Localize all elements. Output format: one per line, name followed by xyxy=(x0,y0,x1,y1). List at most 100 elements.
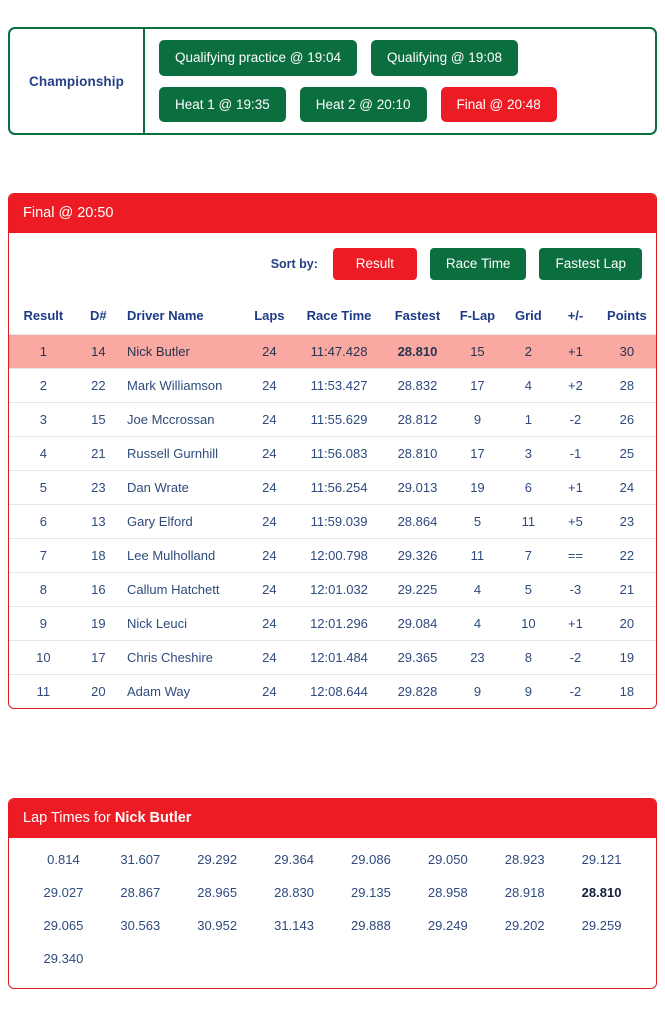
session-button-qualifying[interactable]: Qualifying @ 19:08 xyxy=(371,40,519,76)
session-button-qualifying-practice[interactable]: Qualifying practice @ 19:04 xyxy=(159,40,358,76)
cell-fastest: 28.812 xyxy=(383,401,452,437)
cell-dn: 22 xyxy=(77,367,120,403)
table-row[interactable]: 4 21 Russell Gurnhill 24 11:56.083 28.810 17 3-… xyxy=(9,435,656,471)
cell-name: Nick Leuci xyxy=(119,605,245,641)
cell-delta: +1 xyxy=(553,605,598,641)
sort-button-race-time[interactable]: Race Time xyxy=(429,248,527,280)
championship-label: Championship xyxy=(29,73,124,89)
cell-laps: 24 xyxy=(244,367,295,403)
session-row-1: Qualifying practice @ 19:04 Qualifying @… xyxy=(159,40,645,76)
table-row[interactable]: 2 22 Mark Williamson 24 11:53.427 28.832 17 4 +2… xyxy=(9,367,656,403)
cell-grid: 3 xyxy=(503,435,554,471)
column-header-position-change[interactable]: +/- xyxy=(553,296,598,335)
session-button-heat-1[interactable]: Heat 1 @ 19:35 xyxy=(159,86,286,122)
cell-dn: 23 xyxy=(77,469,120,505)
column-header-fastest[interactable]: Fastest xyxy=(384,296,452,335)
lap-time-cell: 29.340 xyxy=(43,951,84,967)
cell-dn: 19 xyxy=(77,605,120,641)
cell-grid: 6 xyxy=(503,469,554,505)
sort-by-label: Sort by: xyxy=(270,257,318,272)
column-header-points[interactable]: Points xyxy=(598,296,656,335)
cell-result: 2 xyxy=(9,367,78,403)
lap-time-cell: 28.958 xyxy=(427,885,468,901)
lap-time-cell: 29.086 xyxy=(351,852,391,868)
session-button-group: Qualifying practice @ 19:04 Qualifying @… xyxy=(145,29,655,133)
cell-laps: 24 xyxy=(244,571,295,607)
session-button-heat-2[interactable]: Heat 2 @ 20:10 xyxy=(299,86,427,122)
lap-times-title-prefix: Lap Times for xyxy=(23,810,115,826)
lap-time-cell: 0.814 xyxy=(47,852,80,868)
cell-dn: 13 xyxy=(77,503,120,539)
cell-result: 8 xyxy=(9,571,78,607)
lap-time-cell: 30.952 xyxy=(197,918,238,934)
cell-flap: 5 xyxy=(451,503,504,539)
cell-fastest: 28.864 xyxy=(383,503,452,539)
session-button-final[interactable]: Final @ 20:48 xyxy=(440,86,557,122)
cell-name: Nick Butler xyxy=(119,333,245,369)
lap-time-cell: 29.888 xyxy=(351,918,391,934)
cell-fastest: 29.084 xyxy=(383,605,452,641)
cell-points: 24 xyxy=(597,469,656,505)
cell-laps: 24 xyxy=(244,333,295,369)
lap-time-cell: 30.563 xyxy=(120,918,161,934)
cell-grid: 10 xyxy=(503,605,554,641)
table-row[interactable]: 1 14 Nick Butler 24 11:47.428 28.810 15 2 +1 30 xyxy=(9,333,656,369)
cell-flap: 15 xyxy=(451,333,504,369)
results-table: Result D# Driver Name Laps Race Time Fas… xyxy=(9,296,656,708)
sort-button-fastest-lap[interactable]: Fastest Lap xyxy=(539,248,642,280)
cell-delta: +5 xyxy=(553,503,598,539)
session-row-2: Heat 1 @ 19:35 Heat 2 @ 20:10 Final @ 20… xyxy=(159,86,645,122)
table-row[interactable]: 7 18 Lee Mulholland 24 12:00.798 29.326 11 7 == 2… xyxy=(9,537,656,573)
cell-result: 5 xyxy=(9,469,78,505)
cell-dn: 18 xyxy=(77,537,120,573)
lap-times-panel: Lap Times for Nick Butler 0.814 31.607 29.… xyxy=(8,798,657,990)
cell-name: Callum Hatchett xyxy=(119,571,245,607)
column-header-driver-number[interactable]: D# xyxy=(78,296,119,335)
table-row[interactable]: 10 17 Chris Cheshire 24 12:01.484 29.365 23 8 -2… xyxy=(9,639,656,675)
cell-flap: 11 xyxy=(451,537,504,573)
column-header-grid[interactable]: Grid xyxy=(504,296,554,335)
cell-points: 26 xyxy=(597,401,656,437)
cell-laps: 24 xyxy=(244,537,295,573)
cell-grid: 5 xyxy=(503,571,554,607)
cell-points: 23 xyxy=(597,503,656,539)
cell-result: 4 xyxy=(9,435,78,471)
column-header-result[interactable]: Result xyxy=(9,296,78,335)
column-header-f-lap[interactable]: F-Lap xyxy=(451,296,503,335)
lap-time-cell: 29.364 xyxy=(274,852,314,868)
table-row[interactable]: 5 23 Dan Wrate 24 11:56.254 29.013 19 6 +1 24 xyxy=(9,469,656,505)
column-header-laps[interactable]: Laps xyxy=(244,296,294,335)
lap-time-cell: 31.143 xyxy=(274,918,314,934)
cell-flap: 19 xyxy=(451,469,504,505)
cell-name: Chris Cheshire xyxy=(119,639,245,675)
table-row[interactable]: 3 15 Joe Mccrossan 24 11:55.629 28.812 9 1 -2 26 xyxy=(9,401,656,437)
cell-flap: 17 xyxy=(451,367,504,403)
cell-result: 3 xyxy=(9,401,78,437)
table-row[interactable]: 9 19 Nick Leuci 24 12:01.296 29.084 4 10 +1 20 xyxy=(9,605,656,641)
cell-fastest: 29.365 xyxy=(383,639,452,675)
cell-name: Dan Wrate xyxy=(119,469,245,505)
column-header-driver-name[interactable]: Driver Name xyxy=(119,296,244,335)
column-header-race-time[interactable]: Race Time xyxy=(294,296,383,335)
cell-dn: 21 xyxy=(77,435,120,471)
cell-result: 10 xyxy=(9,639,78,675)
cell-result: 9 xyxy=(9,605,78,641)
cell-delta: -2 xyxy=(553,639,598,675)
cell-grid: 2 xyxy=(503,333,554,369)
cell-points: 18 xyxy=(597,673,656,708)
lap-time-cell: 29.259 xyxy=(581,918,622,934)
table-row[interactable]: 8 16 Callum Hatchett 24 12:01.032 29.225 4 5 -3 2… xyxy=(9,571,656,607)
sort-button-result[interactable]: Result xyxy=(332,248,417,280)
cell-delta: +1 xyxy=(553,469,598,505)
cell-result: 6 xyxy=(9,503,78,539)
table-row[interactable]: 11 20 Adam Way 24 12:08.644 29.828 9 9 -2 18 xyxy=(9,673,656,708)
cell-name: Lee Mulholland xyxy=(119,537,245,573)
cell-points: 25 xyxy=(597,435,656,471)
lap-time-cell: 31.607 xyxy=(120,852,161,868)
table-row[interactable]: 6 13 Gary Elford 24 11:59.039 28.864 5 11 +5 23 xyxy=(9,503,656,539)
cell-delta: +1 xyxy=(553,333,598,369)
cell-flap: 4 xyxy=(451,605,504,641)
lap-time-cell: 29.050 xyxy=(427,852,468,868)
lap-time-cell: 29.202 xyxy=(504,918,545,934)
cell-race_time: 12:08.644 xyxy=(294,673,384,708)
